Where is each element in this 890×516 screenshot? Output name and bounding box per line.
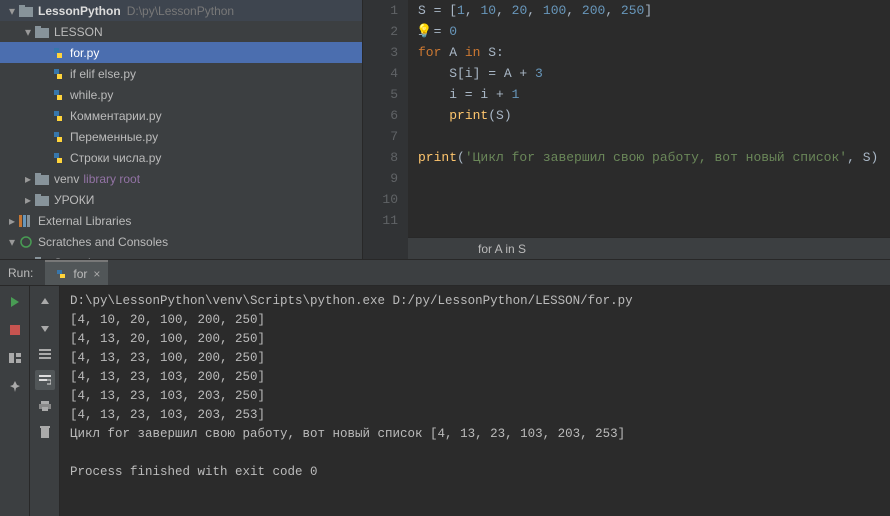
tree-item-label: УРОКИ	[54, 193, 94, 207]
python-icon	[53, 266, 69, 282]
scratches-consoles[interactable]: ▾ Scratches and Consoles	[0, 231, 362, 252]
print-button[interactable]	[35, 396, 55, 416]
run-tab-label: for	[73, 267, 87, 281]
tree-item-label: Комментарии.py	[70, 109, 162, 123]
tree-item-label: while.py	[70, 88, 113, 102]
project-root-path: D:\py\LessonPython	[127, 4, 234, 18]
code-editor[interactable]: 1234567891011 💡 S = [1, 10, 20, 100, 200…	[363, 0, 890, 259]
python-file-icon	[50, 66, 66, 82]
library-root-label: library root	[83, 172, 140, 186]
tree-item-label: if elif else.py	[70, 67, 136, 81]
folder-item[interactable]: ▸ УРОКИ	[0, 189, 362, 210]
python-file-icon	[50, 150, 66, 166]
folder-icon	[34, 192, 50, 208]
tree-item-label: for.py	[70, 46, 99, 60]
python-file-icon	[50, 108, 66, 124]
code-area[interactable]: 💡 S = [1, 10, 20, 100, 200, 250] i = 0 f…	[408, 0, 890, 259]
rerun-button[interactable]	[5, 292, 25, 312]
python-file-icon	[50, 87, 66, 103]
chevron-down-icon: ▾	[6, 235, 18, 249]
file-item[interactable]: Строки числа.py	[0, 147, 362, 168]
python-file-icon	[50, 129, 66, 145]
filter-button[interactable]	[35, 344, 55, 364]
project-root-name: LessonPython	[38, 4, 121, 18]
tree-item-label: Строки числа.py	[70, 151, 161, 165]
console-output[interactable]: D:\py\LessonPython\venv\Scripts\python.e…	[60, 286, 890, 516]
layout-button[interactable]	[5, 348, 25, 368]
chevron-right-icon: ▸	[6, 214, 18, 228]
project-tree[interactable]: ▾ LessonPython D:\py\LessonPython ▾ LESSO…	[0, 0, 363, 259]
tree-item-label: venv	[54, 172, 79, 186]
file-item[interactable]: Комментарии.py	[0, 105, 362, 126]
external-libraries-label: External Libraries	[38, 214, 131, 228]
run-label: Run:	[8, 266, 33, 280]
chevron-right-icon: ▸	[22, 193, 34, 207]
chevron-right-icon: ▸	[22, 172, 34, 186]
libraries-icon	[18, 213, 34, 229]
run-header: Run: for ×	[0, 260, 890, 286]
stop-button[interactable]	[5, 320, 25, 340]
tree-item-label: Переменные.py	[70, 130, 158, 144]
folder-item[interactable]: ▸ venv library root	[0, 168, 362, 189]
file-item[interactable]: while.py	[0, 84, 362, 105]
scratches-label: Scratches and Consoles	[38, 235, 168, 249]
run-toolbar-primary	[0, 286, 30, 516]
external-libraries[interactable]: ▸ External Libraries	[0, 210, 362, 231]
folder-icon	[34, 171, 50, 187]
softwrap-button[interactable]	[35, 370, 55, 390]
scratches-folder[interactable]: Scratches	[0, 252, 362, 259]
folder-icon	[18, 3, 34, 19]
down-button[interactable]	[35, 318, 55, 338]
up-button[interactable]	[35, 292, 55, 312]
scratches-icon	[18, 234, 34, 250]
scratches-child-label: Scratches	[54, 256, 107, 260]
run-tab[interactable]: for ×	[45, 260, 108, 285]
gutter: 1234567891011	[363, 0, 408, 259]
delete-button[interactable]	[35, 422, 55, 442]
pin-button[interactable]	[5, 376, 25, 396]
chevron-down-icon: ▾	[22, 25, 34, 39]
chevron-down-icon: ▾	[6, 4, 18, 18]
breadcrumb[interactable]: for A in S	[408, 237, 890, 259]
close-icon[interactable]: ×	[93, 267, 100, 281]
tree-item-label: LESSON	[54, 25, 103, 39]
intention-bulb-icon[interactable]: 💡	[416, 21, 432, 42]
folder-icon	[34, 24, 50, 40]
run-toolbar-secondary	[30, 286, 60, 516]
file-item[interactable]: if elif else.py	[0, 63, 362, 84]
folder-item[interactable]: ▾ LESSON	[0, 21, 362, 42]
python-file-icon	[50, 45, 66, 61]
project-root[interactable]: ▾ LessonPython D:\py\LessonPython	[0, 0, 362, 21]
folder-icon	[34, 255, 50, 260]
file-item[interactable]: Переменные.py	[0, 126, 362, 147]
file-item[interactable]: for.py	[0, 42, 362, 63]
